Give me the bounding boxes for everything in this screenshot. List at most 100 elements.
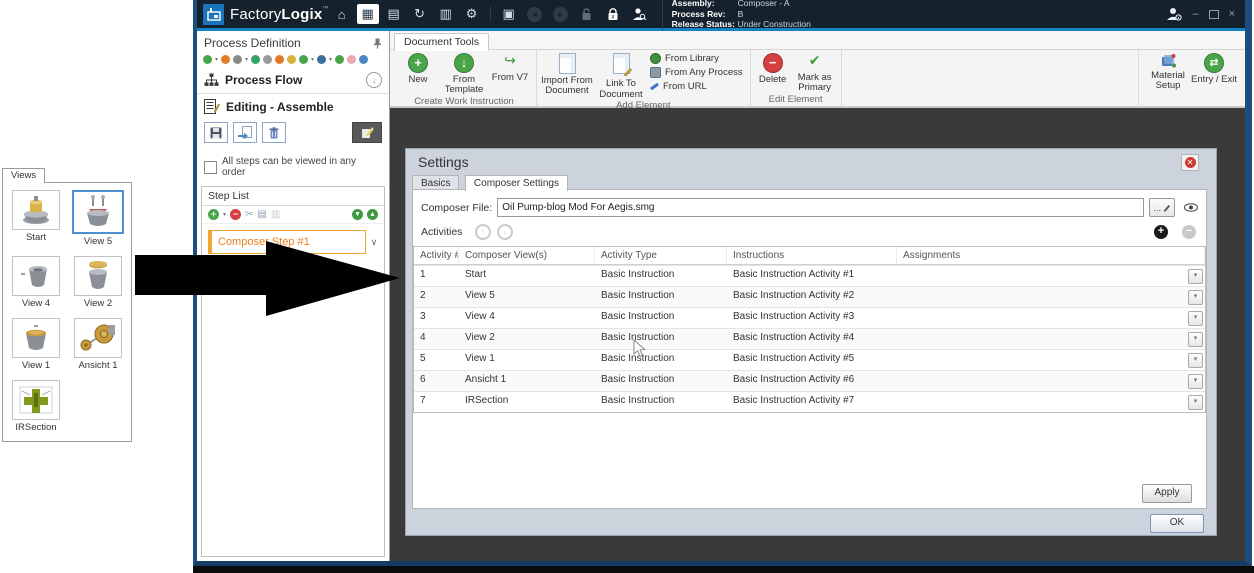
unlock-icon[interactable] — [576, 4, 598, 24]
paste-icon[interactable]: ▥ — [271, 209, 280, 220]
process-editor-icon[interactable]: ▦ — [357, 4, 379, 24]
link-to-document-button[interactable]: Link To Document — [594, 50, 648, 100]
step-expand-chevron-icon[interactable]: ∨ — [366, 237, 382, 248]
any-order-checkbox-row[interactable]: All steps can be viewed in any order — [197, 148, 389, 184]
column-header[interactable]: Assignments — [897, 247, 1205, 264]
view-thumbnail-ansicht1[interactable]: Ansicht 1 — [70, 318, 126, 371]
material-setup-button[interactable]: Material Setup — [1145, 50, 1191, 92]
status-green-icon[interactable] — [335, 55, 344, 64]
table-row[interactable]: 3 View 4 Basic Instruction Basic Instruc… — [414, 307, 1205, 328]
remove-activity-button[interactable]: − — [1182, 225, 1196, 239]
status-blue-icon[interactable] — [359, 55, 368, 64]
views-tab[interactable]: Views — [2, 168, 45, 183]
gear-icon[interactable]: ⚙ — [461, 4, 483, 24]
tools-icon[interactable] — [251, 55, 260, 64]
sync-icon[interactable]: ↻ — [409, 4, 431, 24]
view-thumbnail-image[interactable] — [74, 318, 122, 358]
process-flow-row[interactable]: Process Flow ↓ — [197, 68, 389, 92]
save-step-button[interactable] — [204, 122, 228, 143]
delete-step-button[interactable] — [262, 122, 286, 143]
view-thumbnail-start[interactable]: Start — [8, 190, 64, 247]
restore-button[interactable] — [1209, 10, 1219, 19]
from-template-button[interactable]: ↓ From Template — [441, 50, 487, 96]
view-thumbnail-view2[interactable]: View 2 — [70, 256, 126, 309]
forward-icon[interactable]: ► — [550, 4, 572, 24]
apply-button[interactable]: Apply — [1142, 484, 1192, 503]
import-from-document-button[interactable]: Import From Document — [540, 50, 594, 97]
column-header[interactable]: Instructions — [727, 247, 897, 264]
table-row[interactable]: 5 View 1 Basic Instruction Basic Instruc… — [414, 349, 1205, 370]
view-thumbnail-view5[interactable]: View 5 — [70, 190, 126, 247]
redo-icon[interactable] — [221, 55, 230, 64]
hardware-icon[interactable] — [263, 55, 272, 64]
add-icon[interactable] — [203, 55, 212, 64]
from-v7-button[interactable]: ↪ From V7 — [487, 50, 533, 83]
delete-element-button[interactable]: − Delete — [754, 50, 792, 85]
entry-exit-button[interactable]: ⇄ Entry / Exit — [1191, 50, 1237, 85]
remove-step-icon[interactable]: − — [230, 209, 241, 220]
ok-button[interactable]: OK — [1150, 514, 1204, 533]
save-icon[interactable]: ▣ — [498, 4, 520, 24]
view-thumbnail-image[interactable] — [12, 190, 60, 230]
view-thumbnail-image[interactable] — [12, 256, 60, 296]
collapse-circle-icon[interactable]: ↓ — [366, 72, 382, 88]
import-step-button[interactable] — [233, 122, 257, 143]
edit-work-instruction-button[interactable] — [352, 122, 382, 143]
status-pink-icon[interactable] — [347, 55, 356, 64]
table-row[interactable]: 7 IRSection Basic Instruction Basic Inst… — [414, 391, 1205, 412]
tab-document-tools[interactable]: Document Tools — [394, 33, 489, 51]
table-row[interactable]: 4 View 2 Basic Instruction Basic Instruc… — [414, 328, 1205, 349]
add-step-caret-icon[interactable]: ▾ — [223, 211, 226, 218]
any-order-checkbox[interactable] — [204, 161, 217, 174]
flag-icon[interactable] — [299, 55, 308, 64]
column-header[interactable]: Activity Type — [595, 247, 727, 264]
from-any-process-button[interactable]: From Any Process — [650, 66, 743, 79]
star-icon[interactable] — [287, 55, 296, 64]
dropdown-caret-icon[interactable]: ▾ — [245, 56, 248, 63]
activity-move-down-button[interactable]: ↓ — [497, 224, 513, 240]
dropdown-caret-icon[interactable]: ▾ — [215, 56, 218, 63]
lock-checkin-icon[interactable]: x — [602, 4, 624, 24]
from-library-button[interactable]: From Library — [650, 52, 743, 65]
send-icon[interactable] — [317, 55, 326, 64]
documents-icon[interactable]: ▤ — [383, 4, 405, 24]
close-settings-button[interactable]: ✕ — [1181, 154, 1199, 171]
pin-icon[interactable] — [373, 38, 382, 49]
view-thumbnail-image[interactable] — [72, 190, 124, 234]
assignments-dropdown-button[interactable]: ▾ — [1188, 290, 1203, 305]
mark-as-primary-button[interactable]: ✔ Mark as Primary — [792, 50, 838, 94]
activity-move-up-button[interactable]: ↑ — [475, 224, 491, 240]
view-thumbnail-view1[interactable]: View 1 — [8, 318, 64, 371]
user-logout-icon[interactable]: x — [1166, 7, 1182, 21]
back-icon[interactable]: ◄ — [524, 4, 546, 24]
user-search-icon[interactable] — [628, 4, 650, 24]
browse-file-button[interactable]: ... — [1149, 198, 1175, 217]
table-row[interactable]: 2 View 5 Basic Instruction Basic Instruc… — [414, 286, 1205, 307]
add-step-icon[interactable]: + — [208, 209, 219, 220]
step-move-down-icon[interactable]: ▼ — [352, 209, 363, 220]
preview-eye-icon[interactable] — [1184, 203, 1198, 212]
close-button[interactable]: × — [1229, 8, 1235, 20]
view-thumbnail-image[interactable] — [74, 256, 122, 296]
from-url-button[interactable]: From URL — [650, 80, 743, 93]
assignments-dropdown-button[interactable]: ▾ — [1188, 374, 1203, 389]
view-thumbnail-view4[interactable]: View 4 — [8, 256, 64, 309]
assignments-dropdown-button[interactable]: ▾ — [1188, 311, 1203, 326]
flame-icon[interactable] — [275, 55, 284, 64]
tab-composer-settings[interactable]: Composer Settings — [465, 175, 568, 191]
assignments-dropdown-button[interactable]: ▾ — [1188, 353, 1203, 368]
view-thumbnail-irsection[interactable]: IRSection — [8, 380, 64, 433]
copy-icon[interactable]: ▤ — [257, 209, 266, 220]
minimize-button[interactable]: – — [1192, 8, 1198, 20]
assignments-dropdown-button[interactable]: ▾ — [1188, 269, 1203, 284]
editing-assemble-row[interactable]: Editing - Assemble — [197, 95, 389, 118]
lock-step-icon[interactable] — [233, 55, 242, 64]
home-icon[interactable]: ⌂ — [331, 4, 353, 24]
reports-icon[interactable]: ▥ — [435, 4, 457, 24]
dropdown-caret-icon[interactable]: ▾ — [311, 56, 314, 63]
step-move-up-icon[interactable]: ▲ — [367, 209, 378, 220]
composer-file-input[interactable] — [497, 198, 1144, 217]
view-thumbnail-image[interactable] — [12, 380, 60, 420]
dropdown-caret-icon[interactable]: ▾ — [329, 56, 332, 63]
view-thumbnail-image[interactable] — [12, 318, 60, 358]
